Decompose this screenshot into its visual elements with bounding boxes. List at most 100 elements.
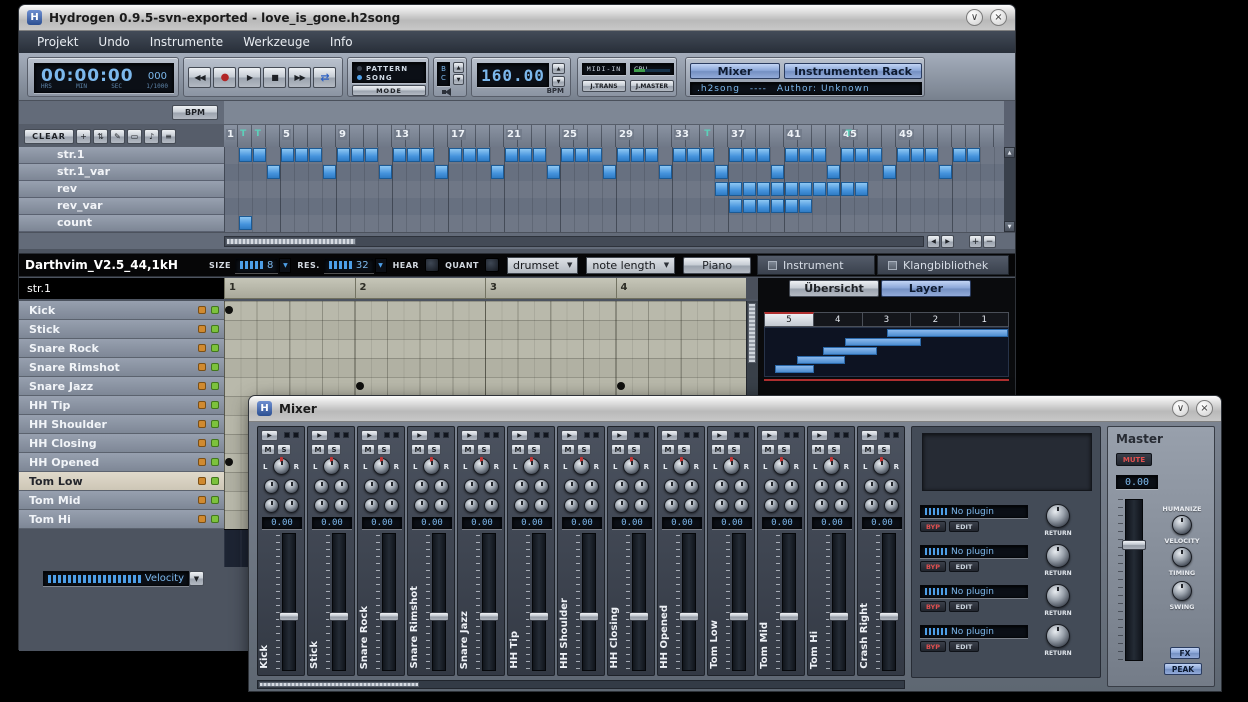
solo-button[interactable]: S (727, 444, 741, 455)
instrument-solo-led[interactable] (211, 401, 219, 409)
fx-send-knob[interactable] (864, 479, 879, 494)
instrument-mute-led[interactable] (198, 363, 206, 371)
song-pattern-cell[interactable] (519, 148, 532, 162)
fader-handle[interactable] (379, 612, 399, 621)
song-tool-button[interactable]: + (76, 129, 91, 144)
song-pattern-cell[interactable] (449, 148, 462, 162)
song-pattern-cell[interactable] (771, 199, 784, 213)
vscroll-grip[interactable] (748, 303, 756, 363)
mixer-hscrollbar[interactable] (257, 680, 905, 689)
show-peaks-button[interactable]: PEAK (1164, 663, 1202, 675)
fx-plugin-display[interactable]: No plugin (920, 505, 1028, 518)
fx-plugin-display[interactable]: No plugin (920, 585, 1028, 598)
solo-button[interactable]: S (777, 444, 791, 455)
sample-layer-bar[interactable] (887, 329, 1009, 337)
fx-send-knob[interactable] (584, 498, 599, 513)
instrument-mute-led[interactable] (198, 458, 206, 466)
scroll-up-icon[interactable]: ▲ (1004, 147, 1015, 158)
song-pattern-cell[interactable] (953, 148, 966, 162)
song-pattern-cell[interactable] (477, 148, 490, 162)
volume-fader[interactable] (582, 533, 596, 671)
song-pattern-cell[interactable] (267, 165, 280, 179)
transport-button[interactable]: ◀◀ (188, 67, 211, 88)
song-pattern-cell[interactable] (631, 148, 644, 162)
play-sample-button[interactable]: ▶ (411, 430, 428, 441)
close-window-icon[interactable]: × (990, 9, 1007, 26)
sample-layer-bar[interactable] (845, 338, 920, 346)
scroll-left-icon[interactable]: ◀ (927, 235, 940, 248)
song-pattern-cell[interactable] (561, 148, 574, 162)
speaker-icon[interactable] (442, 88, 458, 96)
song-pattern-cell[interactable] (911, 148, 924, 162)
song-pattern-cell[interactable] (827, 165, 840, 179)
shade-window-icon[interactable]: ∨ (1172, 400, 1189, 417)
instrument-mute-led[interactable] (198, 306, 206, 314)
instrument-mute-led[interactable] (198, 344, 206, 352)
song-pattern-cell[interactable] (533, 148, 546, 162)
instrument-row[interactable]: Tom Low (19, 472, 224, 491)
fader-handle[interactable] (729, 612, 749, 621)
menu-item[interactable]: Info (320, 33, 363, 51)
fx-edit-button[interactable]: EDIT (949, 601, 979, 612)
instrument-solo-led[interactable] (211, 439, 219, 447)
play-sample-button[interactable]: ▶ (711, 430, 728, 441)
fx-send-knob[interactable] (264, 479, 279, 494)
solo-button[interactable]: S (527, 444, 541, 455)
pan-knob[interactable] (573, 458, 590, 475)
fx-send-knob[interactable] (734, 498, 749, 513)
solo-button[interactable]: S (427, 444, 441, 455)
instrument-solo-led[interactable] (211, 477, 219, 485)
fx-send-knob[interactable] (314, 498, 329, 513)
fx-send-knob[interactable] (384, 479, 399, 494)
instrument-solo-led[interactable] (211, 363, 219, 371)
fx-edit-button[interactable]: EDIT (949, 521, 979, 532)
song-timeline-ruler[interactable]: 1591317212529333741454953TTTT (224, 125, 1004, 147)
mute-button[interactable]: M (361, 444, 375, 455)
bpm-up-icon[interactable]: ▲ (552, 63, 565, 74)
volume-fader[interactable] (732, 533, 746, 671)
play-sample-button[interactable]: ▶ (661, 430, 678, 441)
song-tool-button[interactable]: ≡ (161, 129, 176, 144)
mute-button[interactable]: M (711, 444, 725, 455)
resolution-dropdown-icon[interactable]: ▼ (375, 258, 387, 273)
song-pattern-cell[interactable] (295, 148, 308, 162)
pan-knob[interactable] (823, 458, 840, 475)
song-pattern-cell[interactable] (757, 148, 770, 162)
fx-send-knob[interactable] (334, 498, 349, 513)
scroll-right-icon[interactable]: ▶ (941, 235, 954, 248)
instrument-row[interactable]: HH Tip (19, 396, 224, 415)
overview-tab-button[interactable]: Übersicht (789, 280, 879, 297)
mute-button[interactable]: M (561, 444, 575, 455)
song-pattern-cell[interactable] (603, 165, 616, 179)
zoom-in-icon[interactable]: + (969, 235, 982, 248)
fx-send-knob[interactable] (414, 498, 429, 513)
fx-send-knob[interactable] (534, 479, 549, 494)
zoom-out-icon[interactable]: − (983, 235, 996, 248)
fx-send-knob[interactable] (884, 498, 899, 513)
fader-handle[interactable] (1122, 540, 1146, 550)
fx-send-knob[interactable] (734, 479, 749, 494)
pattern-list-item[interactable]: str.1_var (19, 164, 224, 181)
fx-send-knob[interactable] (864, 498, 879, 513)
instrument-mute-led[interactable] (198, 515, 206, 523)
property-dropdown-icon[interactable]: ▼ (189, 571, 204, 586)
instrument-mute-led[interactable] (198, 382, 206, 390)
solo-button[interactable]: S (627, 444, 641, 455)
volume-fader[interactable] (432, 533, 446, 671)
hscroll-grip[interactable] (226, 238, 356, 245)
fx-send-knob[interactable] (314, 479, 329, 494)
fx-return-knob[interactable] (1046, 584, 1070, 608)
instrument-row[interactable]: Snare Rock (19, 339, 224, 358)
song-pattern-cell[interactable] (701, 148, 714, 162)
instrument-row[interactable]: HH Shoulder (19, 415, 224, 434)
instrument-solo-led[interactable] (211, 382, 219, 390)
fx-send-knob[interactable] (534, 498, 549, 513)
song-pattern-cell[interactable] (407, 148, 420, 162)
instrument-mute-led[interactable] (198, 420, 206, 428)
song-pattern-cell[interactable] (883, 165, 896, 179)
fx-return-knob[interactable] (1046, 504, 1070, 528)
song-mode-row[interactable]: SONG (357, 73, 421, 82)
fx-send-knob[interactable] (334, 479, 349, 494)
layer-number-tab[interactable]: 3 (863, 312, 912, 327)
volume-fader[interactable] (882, 533, 896, 671)
